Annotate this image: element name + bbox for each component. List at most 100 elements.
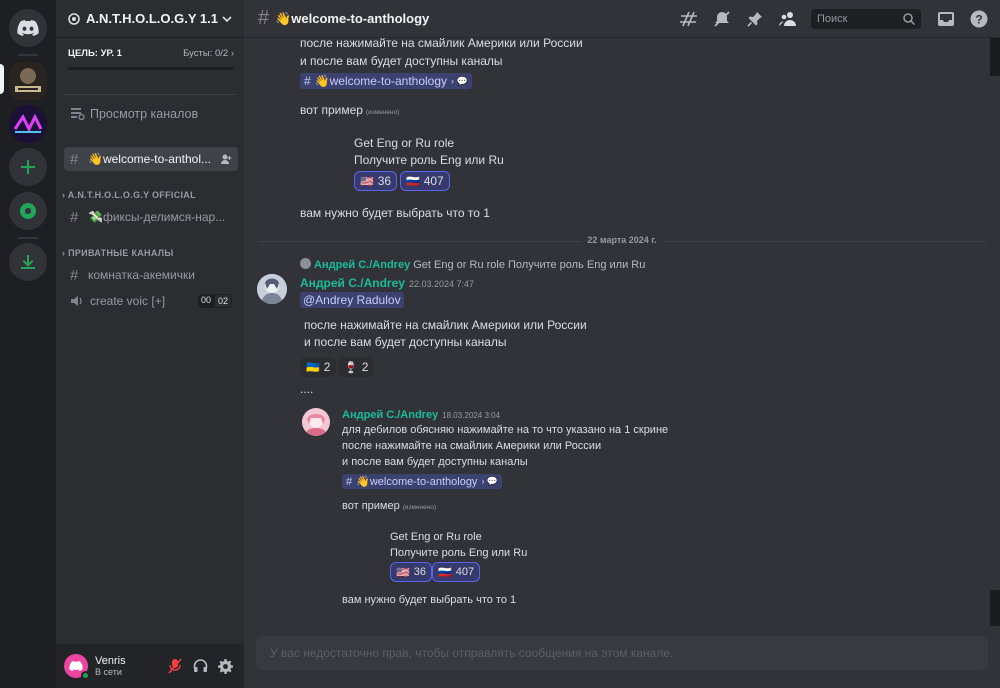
online-status-dot [81, 671, 90, 680]
download-apps-button[interactable] [9, 243, 47, 281]
chat-bubble-icon: › 💬 [451, 75, 468, 86]
member-list-button[interactable] [777, 8, 799, 30]
discord-home-button[interactable] [9, 9, 47, 47]
channel-title: 👋welcome-to-anthology [275, 10, 430, 26]
role-subtitle: Получите роль Eng или Ru [390, 547, 528, 559]
embed-line: вам нужно будет выбрать что то 1 [342, 594, 517, 606]
user-info[interactable]: Venris В сети [95, 655, 161, 677]
reaction-ua-flag[interactable]: 🇺🇦 2 [300, 357, 337, 377]
embed-line: после нажимайте на смайлик Америки или Р… [342, 440, 602, 452]
message-list[interactable]: после нажимайте на смайлик Америки или Р… [244, 38, 1000, 630]
hash-icon: # [258, 7, 270, 29]
help-button[interactable]: ? [968, 8, 990, 30]
user-panel: Venris В сети [56, 644, 244, 688]
reply-avatar-icon [300, 258, 311, 269]
channel-welcome[interactable]: # 👋welcome-to-anthol... [64, 147, 238, 171]
reaction-bottle[interactable]: 🍷 2 [338, 357, 375, 377]
user-mention[interactable]: @Andrey Radulov [300, 292, 404, 308]
headphones-icon [193, 659, 207, 672]
role-title: Get Eng or Ru role [390, 531, 482, 543]
avatar[interactable] [64, 654, 90, 680]
discord-logo-icon [69, 661, 83, 671]
explore-servers-button[interactable] [9, 192, 47, 230]
deafen-button[interactable] [189, 655, 211, 677]
selected-server-pill [0, 64, 4, 94]
synthwave-server-icon [9, 105, 47, 143]
gear-icon [217, 658, 233, 674]
inbox-button[interactable] [935, 8, 957, 30]
hash-icon: # [70, 266, 79, 284]
reaction-ru-flag: 🇷🇺 407 [432, 562, 481, 582]
browse-channels-icon [71, 108, 85, 121]
channel-label: 👋welcome-to-anthol... [88, 152, 211, 166]
role-subtitle: Получите роль Eng или Ru [354, 153, 504, 167]
server-rail [0, 0, 56, 688]
edited-label: (изменено) [365, 109, 400, 116]
timestamp: 18.03.2024 3:04 [442, 411, 501, 420]
server-name: A.N.T.H.O.L.O.G.Y 1.1 [86, 11, 218, 26]
anime-avatar-image [302, 408, 330, 436]
channel-label: комнатка-акемички [88, 268, 195, 282]
voice-channel-create[interactable]: create voic [+] 00 02 [64, 289, 238, 313]
message-header: Андрей С./Andrey 22.03.2024 7:47 [300, 276, 474, 290]
plus-icon [21, 160, 35, 174]
hash-icon: # [346, 475, 353, 488]
settings-button[interactable] [214, 655, 236, 677]
server-header[interactable]: A.N.T.H.O.L.O.G.Y 1.1 [56, 0, 244, 38]
channel-mention: # 👋welcome-to-anthology › 💬 [342, 474, 503, 489]
date-divider: 22 марта 2024 г. [258, 235, 986, 245]
threads-icon [680, 11, 697, 26]
category-official[interactable]: › A.N.T.H.O.L.O.G.Y OFFICIAL [62, 190, 196, 200]
avatar[interactable] [257, 274, 287, 304]
embed-line: для дебилов обясняю нажимайте на то что … [342, 424, 669, 436]
threads-button[interactable] [678, 8, 700, 30]
scrollbar-thumb[interactable] [990, 590, 1000, 626]
channel-label: 💸фиксы-делимся-нар... [88, 210, 226, 224]
reaction-us-flag[interactable]: 🇺🇸 36 [354, 171, 398, 191]
rail-separator [18, 237, 38, 239]
boost-goal-label: ЦЕЛЬ: УР. 1 [68, 48, 122, 59]
role-title: Get Eng or Ru role [354, 136, 455, 150]
add-member-icon[interactable] [220, 153, 232, 165]
author-name[interactable]: Андрей С./Andrey [300, 276, 405, 290]
boost-goal[interactable]: ЦЕЛЬ: УР. 1 Бусты: 0/2 › [68, 48, 234, 70]
reaction-us-flag: 🇺🇸 36 [390, 562, 432, 582]
hash-icon: # [70, 208, 79, 226]
message-line: после нажимайте на смайлик Америки или Р… [300, 38, 583, 50]
boost-progress-bar [68, 67, 234, 70]
scrollbar[interactable] [990, 38, 1000, 630]
pinned-messages-button[interactable] [744, 8, 766, 30]
mic-muted-icon [168, 658, 182, 674]
message-line: .... [300, 382, 314, 396]
help-icon: ? [970, 10, 988, 27]
message-line: и после вам будет доступны каналы [300, 54, 503, 68]
us-flag-icon: 🇺🇸 [360, 175, 374, 188]
channel-akemichka[interactable]: # комнатка-акемички [64, 263, 238, 287]
rail-separator [18, 54, 38, 56]
notification-settings-button[interactable] [711, 8, 733, 30]
channel-sidebar: A.N.T.H.O.L.O.G.Y 1.1 ЦЕЛЬ: УР. 1 Бусты:… [56, 0, 244, 688]
ua-flag-icon: 🇺🇦 [306, 361, 320, 374]
mute-button[interactable] [164, 655, 186, 677]
server-synthwave[interactable] [9, 105, 47, 143]
anthology-server-icon [9, 62, 47, 100]
compass-icon [20, 203, 36, 219]
channel-fixes[interactable]: # 💸фиксы-делимся-нар... [64, 205, 238, 229]
chevron-down-icon[interactable] [222, 14, 232, 24]
search-input[interactable]: Поиск [811, 8, 921, 29]
category-private[interactable]: › ПРИВАТНЫЕ КАНАЛЫ [62, 248, 174, 258]
bell-muted-icon [714, 10, 730, 27]
add-server-button[interactable] [9, 148, 47, 186]
server-anthology[interactable] [9, 62, 47, 100]
hash-icon: # [304, 74, 311, 88]
reply-preview[interactable]: Андрей С./Andrey Get Eng or Ru role Полу… [300, 258, 645, 271]
bottle-icon: 🍷 [344, 361, 358, 374]
browse-channels[interactable]: Просмотр каналов [64, 102, 238, 126]
channel-mention[interactable]: # 👋welcome-to-anthology › 💬 [300, 73, 472, 89]
message-line: вам нужно будет выбрать что то 1 [300, 206, 490, 220]
browse-channels-label: Просмотр каналов [90, 107, 199, 121]
speaker-icon [71, 296, 82, 306]
reaction-ru-flag[interactable]: 🇷🇺 407 [400, 171, 450, 191]
server-badge-icon [68, 12, 80, 25]
username: Venris [95, 655, 126, 667]
